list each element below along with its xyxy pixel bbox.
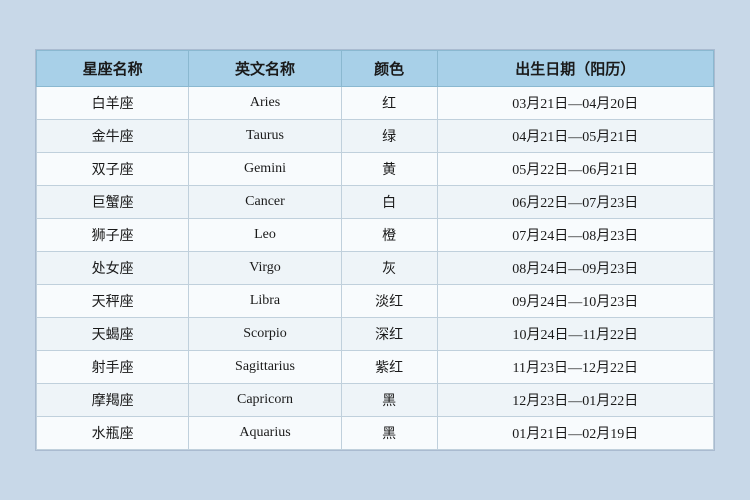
cell-color: 红: [341, 87, 437, 120]
cell-chinese-name: 天秤座: [37, 285, 189, 318]
cell-color: 黑: [341, 384, 437, 417]
cell-english-name: Capricorn: [189, 384, 341, 417]
header-dates: 出生日期（阳历）: [437, 51, 713, 87]
cell-chinese-name: 水瓶座: [37, 417, 189, 450]
table-body: 白羊座Aries红03月21日—04月20日金牛座Taurus绿04月21日—0…: [37, 87, 714, 450]
cell-color: 淡红: [341, 285, 437, 318]
cell-chinese-name: 天蝎座: [37, 318, 189, 351]
table-row: 水瓶座Aquarius黑01月21日—02月19日: [37, 417, 714, 450]
cell-dates: 07月24日—08月23日: [437, 219, 713, 252]
cell-color: 黄: [341, 153, 437, 186]
cell-chinese-name: 巨蟹座: [37, 186, 189, 219]
cell-dates: 04月21日—05月21日: [437, 120, 713, 153]
header-color: 颜色: [341, 51, 437, 87]
cell-english-name: Virgo: [189, 252, 341, 285]
cell-chinese-name: 金牛座: [37, 120, 189, 153]
cell-chinese-name: 射手座: [37, 351, 189, 384]
cell-dates: 12月23日—01月22日: [437, 384, 713, 417]
cell-dates: 11月23日—12月22日: [437, 351, 713, 384]
table-row: 双子座Gemini黄05月22日—06月21日: [37, 153, 714, 186]
cell-english-name: Sagittarius: [189, 351, 341, 384]
table-row: 射手座Sagittarius紫红11月23日—12月22日: [37, 351, 714, 384]
cell-english-name: Taurus: [189, 120, 341, 153]
cell-english-name: Aquarius: [189, 417, 341, 450]
table-header-row: 星座名称 英文名称 颜色 出生日期（阳历）: [37, 51, 714, 87]
cell-dates: 06月22日—07月23日: [437, 186, 713, 219]
cell-color: 灰: [341, 252, 437, 285]
cell-color: 黑: [341, 417, 437, 450]
cell-color: 白: [341, 186, 437, 219]
table-row: 白羊座Aries红03月21日—04月20日: [37, 87, 714, 120]
table-row: 狮子座Leo橙07月24日—08月23日: [37, 219, 714, 252]
cell-chinese-name: 摩羯座: [37, 384, 189, 417]
header-english-name: 英文名称: [189, 51, 341, 87]
cell-color: 绿: [341, 120, 437, 153]
zodiac-table-container: 星座名称 英文名称 颜色 出生日期（阳历） 白羊座Aries红03月21日—04…: [35, 49, 715, 451]
cell-chinese-name: 双子座: [37, 153, 189, 186]
cell-color: 深红: [341, 318, 437, 351]
zodiac-table: 星座名称 英文名称 颜色 出生日期（阳历） 白羊座Aries红03月21日—04…: [36, 50, 714, 450]
cell-english-name: Scorpio: [189, 318, 341, 351]
cell-english-name: Gemini: [189, 153, 341, 186]
table-row: 处女座Virgo灰08月24日—09月23日: [37, 252, 714, 285]
cell-color: 橙: [341, 219, 437, 252]
cell-english-name: Aries: [189, 87, 341, 120]
cell-dates: 10月24日—11月22日: [437, 318, 713, 351]
cell-english-name: Libra: [189, 285, 341, 318]
cell-chinese-name: 白羊座: [37, 87, 189, 120]
table-row: 天秤座Libra淡红09月24日—10月23日: [37, 285, 714, 318]
cell-color: 紫红: [341, 351, 437, 384]
cell-english-name: Leo: [189, 219, 341, 252]
table-row: 天蝎座Scorpio深红10月24日—11月22日: [37, 318, 714, 351]
cell-chinese-name: 狮子座: [37, 219, 189, 252]
cell-english-name: Cancer: [189, 186, 341, 219]
cell-chinese-name: 处女座: [37, 252, 189, 285]
cell-dates: 01月21日—02月19日: [437, 417, 713, 450]
cell-dates: 09月24日—10月23日: [437, 285, 713, 318]
table-row: 摩羯座Capricorn黑12月23日—01月22日: [37, 384, 714, 417]
header-chinese-name: 星座名称: [37, 51, 189, 87]
cell-dates: 08月24日—09月23日: [437, 252, 713, 285]
cell-dates: 03月21日—04月20日: [437, 87, 713, 120]
cell-dates: 05月22日—06月21日: [437, 153, 713, 186]
table-row: 巨蟹座Cancer白06月22日—07月23日: [37, 186, 714, 219]
table-row: 金牛座Taurus绿04月21日—05月21日: [37, 120, 714, 153]
